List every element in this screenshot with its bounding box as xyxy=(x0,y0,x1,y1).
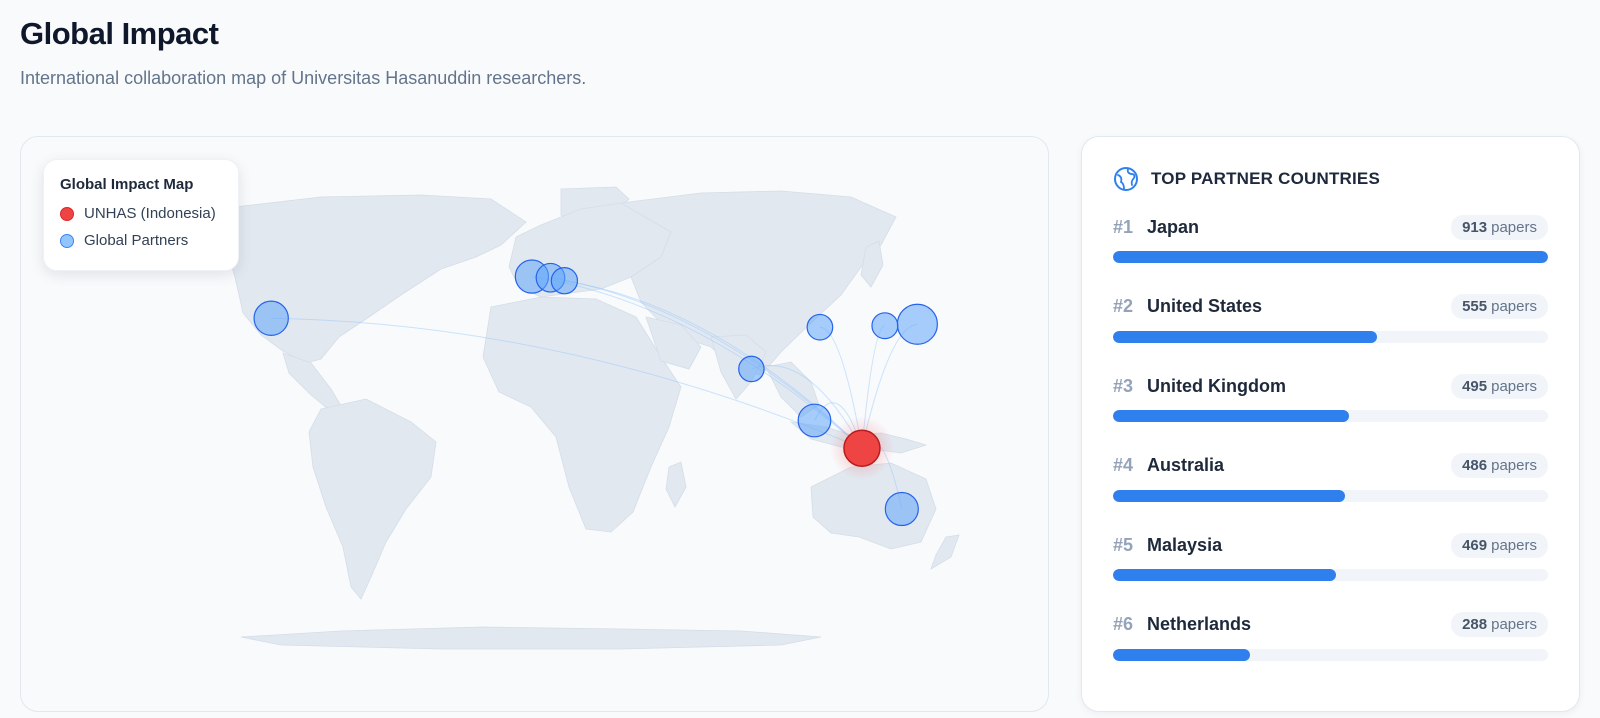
partner-marker[interactable] xyxy=(896,303,938,345)
papers-unit: papers xyxy=(1491,377,1537,395)
rank-item: #3 United Kingdom 495 papers xyxy=(1113,372,1548,452)
land-north-america xyxy=(225,194,527,364)
rank-country: Netherlands xyxy=(1147,614,1252,634)
map-card[interactable]: Global Impact Map UNHAS (Indonesia) Glob… xyxy=(20,136,1049,712)
rank-number: #6 xyxy=(1113,614,1134,634)
rank-list: #1 Japan 913 papers #2 United States 555 papers… xyxy=(1113,213,1548,690)
rank-item: #1 Japan 913 papers xyxy=(1113,213,1548,293)
hub-marker xyxy=(829,416,894,481)
partner-marker[interactable] xyxy=(550,267,579,295)
top-partner-countries-panel: TOP PARTNER COUNTRIES #1 Japan 913 papers #2… xyxy=(1081,136,1580,712)
papers-badge: 495 papers xyxy=(1451,373,1548,399)
progress-fill xyxy=(1113,489,1345,502)
papers-unit: papers xyxy=(1491,457,1537,474)
progress-fill xyxy=(1113,330,1378,343)
rank-row-header: #3 United Kingdom 495 papers xyxy=(1113,372,1548,400)
papers-count: 495 xyxy=(1462,377,1488,395)
red-dot-icon xyxy=(60,206,74,221)
rank-number: #1 xyxy=(1113,216,1134,237)
progress-fill xyxy=(1113,569,1337,581)
progress-track xyxy=(1113,410,1548,422)
page-subtitle: International collaboration map of Unive… xyxy=(20,68,587,88)
panel-header: TOP PARTNER COUNTRIES xyxy=(1113,165,1548,193)
legend-title: Global Impact Map xyxy=(60,176,194,193)
legend-label-unhas: UNHAS (Indonesia) xyxy=(84,205,216,222)
page-title: Global Impact xyxy=(20,16,219,51)
rank-number: #3 xyxy=(1113,375,1134,396)
papers-badge: 486 papers xyxy=(1451,453,1548,478)
rank-row-header: #5 Malaysia 469 papers xyxy=(1113,531,1548,559)
papers-count: 555 xyxy=(1462,298,1488,315)
globe-icon xyxy=(1114,167,1138,191)
rank-row-header: #2 United States 555 papers xyxy=(1113,293,1548,321)
blue-dot-icon xyxy=(60,233,74,248)
progress-track xyxy=(1113,330,1548,343)
rank-number: #5 xyxy=(1113,534,1134,555)
partner-marker[interactable] xyxy=(797,403,832,438)
rank-row-header: #6 Netherlands 288 papers xyxy=(1113,611,1548,639)
papers-count: 469 xyxy=(1462,536,1488,554)
papers-badge: 555 papers xyxy=(1451,294,1548,319)
papers-count: 913 xyxy=(1462,218,1488,236)
progress-track xyxy=(1113,489,1548,502)
papers-count: 486 xyxy=(1462,457,1488,474)
papers-unit: papers xyxy=(1491,616,1537,633)
papers-count: 288 xyxy=(1462,616,1488,633)
progress-fill xyxy=(1113,648,1251,661)
progress-fill xyxy=(1113,410,1349,422)
rank-row-header: #4 Australia 486 papers xyxy=(1113,452,1548,480)
rank-row-header: #1 Japan 913 papers xyxy=(1113,213,1548,241)
papers-badge: 288 papers xyxy=(1451,612,1548,637)
partner-marker[interactable] xyxy=(806,313,834,341)
rank-item: #2 United States 555 papers xyxy=(1113,293,1548,373)
land-antarctica xyxy=(240,626,822,650)
land-masses xyxy=(225,186,960,650)
partner-marker[interactable] xyxy=(884,491,919,527)
partner-marker[interactable] xyxy=(871,312,899,340)
rank-number: #2 xyxy=(1113,296,1134,316)
rank-country: United States xyxy=(1147,296,1263,316)
unhas-hub-marker[interactable] xyxy=(843,429,881,467)
legend-label-partners: Global Partners xyxy=(84,232,189,249)
map-legend: Global Impact Map UNHAS (Indonesia) Glob… xyxy=(43,159,239,271)
papers-unit: papers xyxy=(1491,298,1537,315)
papers-badge: 913 papers xyxy=(1451,214,1548,240)
progress-track xyxy=(1113,648,1548,661)
papers-unit: papers xyxy=(1491,218,1537,236)
rank-item: #6 Netherlands 288 papers xyxy=(1113,611,1548,691)
papers-unit: papers xyxy=(1491,536,1537,554)
land-central-america xyxy=(282,352,344,414)
rank-country: Australia xyxy=(1147,455,1225,475)
panel-title: TOP PARTNER COUNTRIES xyxy=(1151,169,1381,188)
rank-country: United Kingdom xyxy=(1147,375,1287,396)
rank-item: #4 Australia 486 papers xyxy=(1113,452,1548,532)
land-south-america xyxy=(308,398,437,600)
rank-number: #4 xyxy=(1113,455,1134,475)
rank-country: Japan xyxy=(1147,216,1200,237)
partner-marker[interactable] xyxy=(253,300,289,337)
papers-badge: 469 papers xyxy=(1451,532,1548,558)
legend-item-partners: Global Partners xyxy=(60,232,222,249)
progress-track xyxy=(1113,569,1548,581)
land-new-zealand xyxy=(930,534,960,570)
land-madagascar xyxy=(665,461,687,508)
legend-item-unhas: UNHAS (Indonesia) xyxy=(60,205,222,222)
partner-marker[interactable] xyxy=(738,355,765,383)
rank-country: Malaysia xyxy=(1147,534,1223,555)
progress-fill xyxy=(1113,251,1548,263)
progress-track xyxy=(1113,251,1548,263)
rank-item: #5 Malaysia 469 papers xyxy=(1113,531,1548,611)
